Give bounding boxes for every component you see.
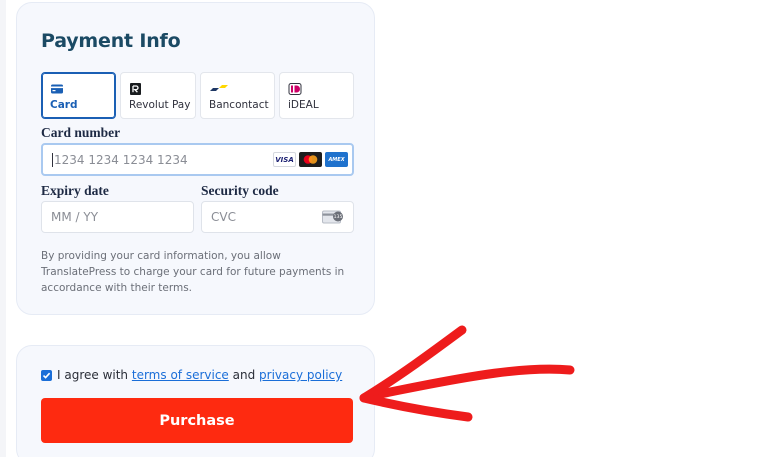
cvc-badge-number: 135 [334,214,343,220]
mastercard-icon [299,152,322,167]
privacy-policy-link[interactable]: privacy policy [259,368,342,382]
cvc-card-icon: 135 [322,210,343,224]
agreement-panel: I agree with terms of service and privac… [16,345,375,457]
amex-icon: AMEX [325,152,348,167]
terms-of-service-link[interactable]: terms of service [132,368,229,382]
revolut-icon [130,83,141,95]
tab-revolut-pay[interactable]: Revolut Pay [120,72,196,119]
credit-card-icon [51,84,63,94]
visa-icon: VISA [273,152,296,167]
expiry-date-label: Expiry date [41,183,109,198]
purchase-button[interactable]: Purchase [41,398,353,443]
text-caret [52,152,53,167]
ideal-icon [288,83,302,95]
agree-checkbox[interactable] [41,370,52,381]
page-edge [0,0,6,457]
card-disclaimer: By providing your card information, you … [41,250,345,294]
tab-bancontact-label: Bancontact [209,99,269,111]
agree-prefix: I agree with [57,368,129,382]
tab-card-label: Card [50,99,78,111]
red-arrow-annotation [359,325,575,422]
agree-middle: and [232,368,256,382]
payment-method-tabs: Card Revolut Pay Bancontact iDEAL [41,72,354,119]
bancontact-icon [210,85,228,91]
tab-card[interactable]: Card [41,72,116,119]
tab-ideal-label: iDEAL [288,99,319,111]
card-number-label: Card number [41,125,121,140]
tab-bancontact[interactable]: Bancontact [200,72,275,119]
checkmark-icon [42,372,51,379]
tab-ideal[interactable]: iDEAL [279,72,354,119]
payment-info-panel: Payment Info Card Revolut Pay Bancontact… [16,2,375,315]
expiry-placeholder: MM / YY [51,210,99,224]
security-code-input[interactable]: CVC 135 [201,201,354,233]
tab-revolut-pay-label: Revolut Pay [129,99,191,111]
card-number-placeholder: 1234 1234 1234 1234 [54,152,188,167]
panel-title: Payment Info [41,30,181,52]
agree-text: I agree with terms of service and privac… [57,368,342,382]
security-code-label: Security code [201,183,279,198]
expiry-date-input[interactable]: MM / YY [41,201,194,233]
cvc-placeholder: CVC [211,210,236,224]
card-number-input[interactable]: 1234 1234 1234 1234 VISA AMEX [41,143,354,176]
